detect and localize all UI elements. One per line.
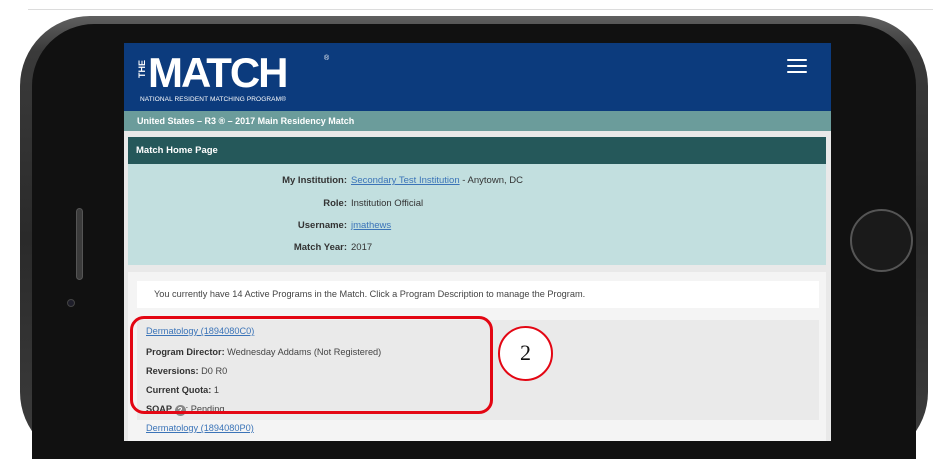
hamburger-menu-icon[interactable] <box>787 59 807 73</box>
active-programs-notice: You currently have 14 Active Programs in… <box>137 281 819 308</box>
logo-trademark: ® <box>324 55 330 62</box>
role-label: Role: <box>323 198 347 209</box>
phone-camera <box>67 299 75 307</box>
phone-speaker <box>76 208 83 280</box>
match-home-panel: Match Home Page My Institution: Secondar… <box>128 137 826 265</box>
phone-home-button[interactable] <box>850 209 913 272</box>
role-value: Institution Official <box>351 198 424 209</box>
institution-link[interactable]: Secondary Test Institution <box>351 175 460 186</box>
logo-subtitle: NATIONAL RESIDENT MATCHING PROGRAM® <box>140 96 287 103</box>
username-label: Username: <box>297 220 347 231</box>
breadcrumb: United States – R3 ® – 2017 Main Residen… <box>124 111 831 131</box>
institution-location: - Anytown, DC <box>459 175 523 186</box>
top-divider <box>28 9 933 10</box>
site-header: THE MATCH ® NATIONAL RESIDENT MATCHING P… <box>124 43 831 111</box>
username-link[interactable]: jmathews <box>351 220 391 231</box>
callout-highlight-box <box>130 316 493 414</box>
match-year-label: Match Year: <box>293 242 347 253</box>
program-link[interactable]: Dermatology (1894080P0) <box>146 423 254 433</box>
panel-title: Match Home Page <box>128 137 826 164</box>
match-year-value: 2017 <box>351 242 373 253</box>
logo-the: THE <box>137 60 147 78</box>
institution-label: My Institution: <box>282 175 347 186</box>
logo-match: MATCH <box>148 49 289 96</box>
callout-number-badge: 2 <box>498 326 553 381</box>
